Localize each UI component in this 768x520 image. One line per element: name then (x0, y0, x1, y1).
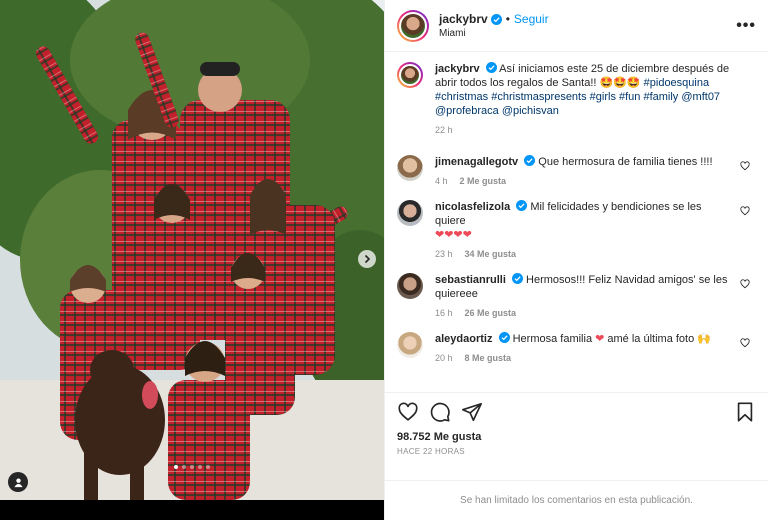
comment-likes[interactable]: 8 Me gusta (465, 351, 512, 365)
like-comment-heart-icon[interactable] (740, 206, 750, 216)
like-heart-icon[interactable] (397, 401, 419, 423)
user-icon (13, 477, 23, 487)
comment-time[interactable]: 20 h (435, 351, 453, 365)
caption-mention[interactable]: @mft07 (681, 91, 720, 103)
verified-badge-icon (498, 332, 510, 343)
comment-username[interactable]: nicolasfelizola (435, 201, 510, 213)
commenter-avatar[interactable] (397, 332, 423, 358)
carousel-dot (190, 465, 194, 469)
verified-badge-icon (524, 155, 536, 166)
author-avatar[interactable] (397, 9, 429, 42)
post-media-pane (0, 0, 384, 520)
comment-likes[interactable]: 26 Me gusta (465, 306, 517, 320)
like-comment-heart-icon[interactable] (740, 161, 750, 171)
share-send-icon[interactable] (461, 401, 483, 423)
comment-heart-emoji: ❤ (595, 333, 605, 345)
comment-text: Que hermosura de familia tienes !!!! (538, 156, 713, 168)
follow-button[interactable]: Seguir (514, 12, 549, 26)
more-options-icon[interactable]: ••• (736, 17, 756, 35)
comment-text: Hermosa familia (512, 333, 593, 345)
comment-heart-emojis: ❤❤❤❤ (435, 229, 472, 241)
post-caption: jackybrv Así iniciamos este 25 de diciem… (397, 62, 756, 137)
comment-emoji: 🙌 (697, 333, 711, 345)
caption-mention[interactable]: @profebraca (435, 105, 499, 117)
verified-badge-icon (516, 200, 528, 211)
carousel-next-button[interactable] (358, 250, 376, 268)
carousel-dot (198, 465, 202, 469)
comments-limited-notice: Se han limitado los comentarios en esta … (385, 480, 768, 520)
comment-text-continued: amé la última foto (607, 333, 695, 345)
carousel-dot (206, 465, 210, 469)
comment-item: jimenagallegotv Que hermosura de familia… (397, 155, 756, 188)
comment-item: aleydaortiz Hermosa familia ❤ amé la últ… (397, 332, 756, 365)
post-header: jackybrv • Seguir Miami ••• (385, 0, 768, 52)
like-comment-heart-icon[interactable] (740, 279, 750, 289)
commenter-avatar[interactable] (397, 155, 423, 181)
verified-badge-icon (511, 273, 523, 284)
family-photo-illustration (0, 0, 384, 500)
carousel-indicator (0, 465, 384, 469)
comment-time[interactable]: 4 h (435, 174, 448, 188)
post-timestamp[interactable]: HACE 22 HORAS (397, 447, 756, 456)
caption-time[interactable]: 22 h (435, 123, 453, 137)
carousel-dot (174, 465, 178, 469)
author-username[interactable]: jackybrv (439, 12, 488, 26)
tagged-users-button[interactable] (8, 472, 28, 492)
post-photo[interactable] (0, 0, 384, 500)
commenter-avatar[interactable] (397, 273, 423, 299)
comment-likes[interactable]: 2 Me gusta (460, 174, 507, 188)
caption-author-avatar[interactable] (397, 62, 423, 88)
comment-bubble-icon[interactable] (429, 401, 451, 423)
post-actions: 98.752 Me gusta HACE 22 HORAS (385, 392, 768, 456)
chevron-right-icon (364, 254, 371, 264)
comment-username[interactable]: sebastianrulli (435, 274, 506, 286)
commenter-avatar[interactable] (397, 200, 423, 226)
post-likes-count[interactable]: 98.752 Me gusta (397, 431, 756, 443)
comment-username[interactable]: jimenagallegotv (435, 156, 518, 168)
post-location[interactable]: Miami (439, 28, 736, 39)
caption-mention[interactable]: @pichisvan (502, 105, 559, 117)
comment-item: nicolasfelizola Mil felicidades y bendic… (397, 200, 756, 261)
comment-username[interactable]: aleydaortiz (435, 333, 492, 345)
comments-list: jackybrv Así iniciamos este 25 de diciem… (385, 52, 768, 392)
verified-badge-icon (485, 62, 497, 73)
save-bookmark-icon[interactable] (734, 401, 756, 423)
carousel-dot (182, 465, 186, 469)
caption-meta: 22 h (435, 123, 752, 137)
caption-username[interactable]: jackybrv (435, 63, 480, 75)
comment-time[interactable]: 16 h (435, 306, 453, 320)
comment-item: sebastianrulli Hermosos!!! Feliz Navidad… (397, 273, 756, 320)
comment-likes[interactable]: 34 Me gusta (465, 247, 517, 261)
post-details-pane: jackybrv • Seguir Miami ••• jackybrv Así… (384, 0, 768, 520)
author-info: jackybrv • Seguir Miami (439, 12, 736, 39)
like-comment-heart-icon[interactable] (740, 338, 750, 348)
header-separator: • (505, 12, 510, 26)
comment-time[interactable]: 23 h (435, 247, 453, 261)
verified-badge-icon (490, 13, 502, 25)
